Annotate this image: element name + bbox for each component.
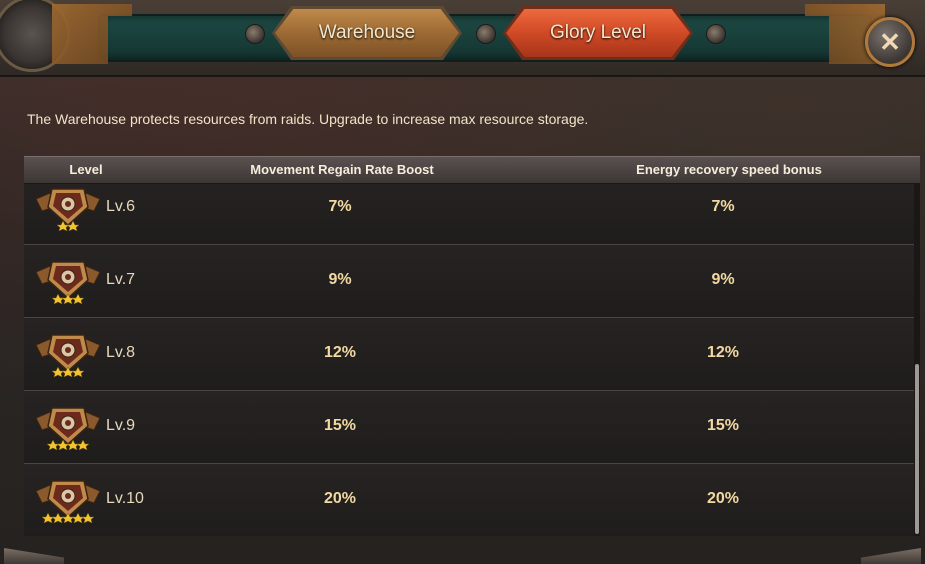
movement-boost-value: 20% — [323, 490, 357, 507]
movement-boost-value: 15% — [323, 417, 357, 434]
close-button[interactable]: ✕ — [865, 17, 915, 67]
level-label: Lv.6 — [106, 198, 136, 215]
energy-bonus-value: 9% — [711, 271, 735, 288]
tab-glory-level[interactable]: Glory Level — [503, 6, 693, 60]
scrollbar-thumb[interactable] — [915, 364, 919, 534]
energy-bonus-value: 7% — [711, 198, 735, 215]
level-table: Lv.6 7% 7% Lv.7 9% 9% Lv.8 12% 12% Lv.9 15% 15% … — [24, 184, 914, 536]
glory-badge-icon — [35, 188, 101, 231]
tab-warehouse-label: Warehouse — [318, 22, 416, 43]
movement-boost-value: 12% — [323, 344, 357, 361]
tab-warehouse[interactable]: Warehouse — [272, 6, 462, 60]
movement-boost-value: 9% — [328, 271, 352, 288]
close-icon: ✕ — [879, 26, 901, 57]
tab-glory-level-label: Glory Level — [549, 22, 647, 43]
table-row: Lv.7 9% 9% — [24, 245, 914, 318]
table-row: Lv.6 7% 7% — [24, 184, 914, 245]
table-header: Level Movement Regain Rate Boost Energy … — [24, 156, 920, 184]
glory-badge-icon — [35, 407, 101, 450]
column-header-movement: Movement Regain Rate Boost — [250, 162, 434, 177]
table-row: Lv.8 12% 12% — [24, 318, 914, 391]
level-label: Lv.7 — [106, 271, 136, 288]
energy-bonus-value: 15% — [706, 417, 740, 434]
glory-badge-icon — [35, 334, 101, 377]
movement-boost-value: 7% — [328, 198, 352, 215]
level-label: Lv.9 — [106, 417, 136, 434]
column-header-energy: Energy recovery speed bonus — [636, 162, 822, 177]
rivet-icon — [476, 24, 496, 44]
rivet-icon — [245, 24, 265, 44]
table-row: Lv.10 20% 20% — [24, 464, 914, 536]
header-bar: Warehouse Glory Level ✕ — [0, 0, 925, 77]
description-text: The Warehouse protects resources from ra… — [27, 111, 589, 127]
level-label: Lv.10 — [106, 490, 144, 507]
level-label: Lv.8 — [106, 344, 136, 361]
table-row: Lv.9 15% 15% — [24, 391, 914, 464]
column-header-level: Level — [69, 162, 103, 177]
rivet-icon — [706, 24, 726, 44]
glory-badge-icon — [35, 261, 101, 304]
energy-bonus-value: 20% — [706, 490, 740, 507]
glory-badge-icon — [35, 480, 101, 523]
energy-bonus-value: 12% — [706, 344, 740, 361]
